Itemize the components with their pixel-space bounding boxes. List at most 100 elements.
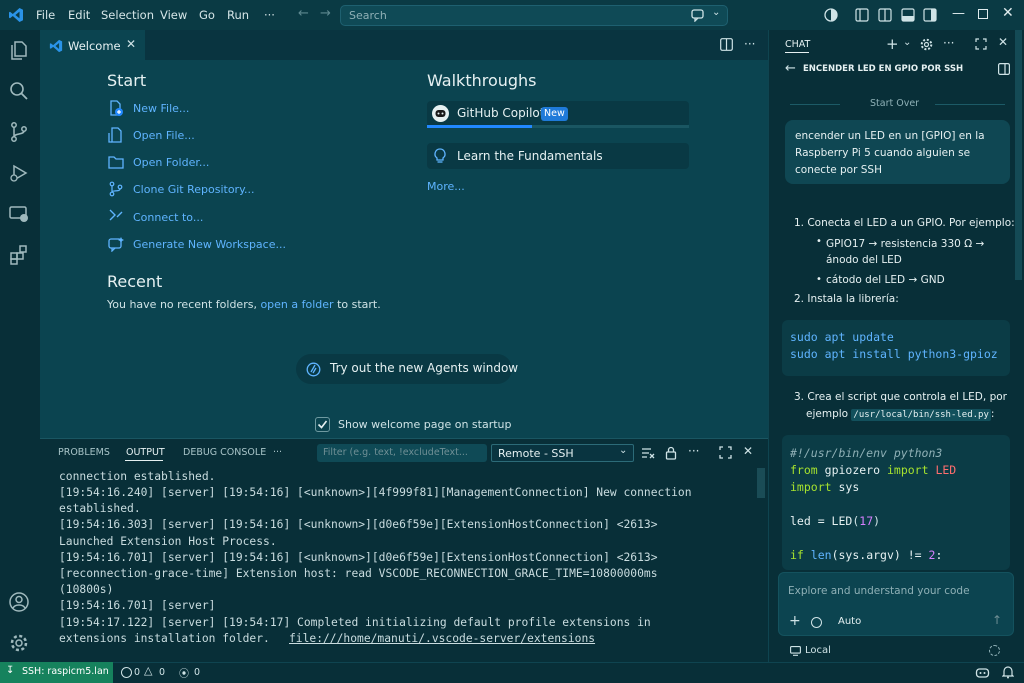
maximize-icon[interactable] bbox=[978, 9, 988, 19]
manage-gear-icon[interactable] bbox=[8, 632, 32, 656]
open-folder-inline-link[interactable]: open a folder bbox=[260, 298, 333, 311]
chevron-down-icon[interactable]: ⌄ bbox=[712, 7, 720, 18]
log-line: (10800s) bbox=[59, 583, 114, 596]
ports-icon[interactable]: ⦿ bbox=[179, 665, 189, 680]
lock-scroll-icon[interactable] bbox=[665, 446, 677, 460]
more-walkthroughs-link[interactable]: More... bbox=[427, 180, 465, 193]
copilot-status-icon[interactable] bbox=[975, 665, 990, 679]
panel-scrollbar[interactable] bbox=[757, 468, 765, 498]
copilot-chat-icon[interactable] bbox=[691, 9, 705, 22]
chat-settings-gear-icon[interactable] bbox=[920, 38, 933, 51]
new-chat-icon[interactable]: + bbox=[886, 35, 899, 53]
error-icon[interactable] bbox=[121, 667, 132, 678]
panel-more-actions-icon[interactable]: ··· bbox=[688, 444, 699, 458]
walkthrough-label: GitHub Copilot bbox=[457, 106, 545, 120]
close-tab-icon[interactable]: ✕ bbox=[126, 37, 136, 51]
warning-icon[interactable]: △ bbox=[144, 664, 152, 677]
chat-more-icon[interactable]: ··· bbox=[943, 36, 954, 50]
log-line: connection established. bbox=[59, 470, 216, 483]
tab-welcome[interactable]: Welcome ✕ bbox=[40, 30, 145, 60]
walkthrough-github-copilot[interactable]: GitHub Copilot New bbox=[427, 101, 689, 128]
show-welcome-checkbox[interactable] bbox=[315, 417, 330, 432]
close-panel-icon[interactable]: ✕ bbox=[743, 444, 753, 458]
title-bar: File Edit Selection View Go Run ··· ← → … bbox=[0, 0, 1024, 30]
split-editor-icon[interactable] bbox=[720, 38, 733, 51]
ports-count[interactable]: 0 bbox=[194, 667, 200, 678]
maximize-panel-icon[interactable] bbox=[719, 446, 732, 459]
clear-output-icon[interactable] bbox=[641, 446, 655, 460]
maximize-chat-icon[interactable] bbox=[975, 38, 987, 50]
extensions-icon[interactable] bbox=[8, 244, 32, 268]
menu-edit[interactable]: Edit bbox=[68, 8, 90, 22]
run-debug-icon[interactable] bbox=[8, 162, 32, 186]
chat-input-box[interactable]: Explore and understand your code + Auto … bbox=[778, 572, 1014, 636]
tab-debug-console[interactable]: DEBUG CONSOLE bbox=[183, 447, 266, 458]
more-actions-icon[interactable]: ··· bbox=[744, 37, 755, 51]
toggle-panel-icon[interactable] bbox=[901, 8, 915, 22]
explorer-icon[interactable] bbox=[8, 39, 32, 63]
menu-more[interactable]: ··· bbox=[264, 8, 275, 22]
forward-arrow-icon[interactable]: → bbox=[320, 6, 331, 21]
extensions-folder-link[interactable]: file:///home/manuti/.vscode-server/exten… bbox=[289, 632, 595, 645]
chat-sessions-sidebar-icon[interactable] bbox=[998, 63, 1010, 75]
source-control-icon[interactable] bbox=[8, 121, 32, 145]
menu-run[interactable]: Run bbox=[227, 8, 249, 22]
notifications-bell-icon[interactable] bbox=[1002, 665, 1014, 679]
remote-explorer-icon[interactable] bbox=[8, 203, 32, 227]
agents-window-button[interactable]: Try out the new Agents window bbox=[296, 354, 518, 384]
log-line: [19:54:16.701] [server] [19:54:16] [<unk… bbox=[59, 551, 658, 564]
new-file-link[interactable]: New File... bbox=[133, 102, 189, 115]
start-over-label[interactable]: Start Over bbox=[870, 98, 919, 109]
code-block-install[interactable]: sudo apt update sudo apt install python3… bbox=[782, 320, 1010, 376]
code-line: sudo apt update bbox=[790, 330, 894, 344]
search-icon[interactable] bbox=[8, 80, 32, 104]
add-context-icon[interactable]: + bbox=[789, 613, 801, 629]
minimize-icon[interactable]: — bbox=[952, 6, 965, 21]
output-filter-input[interactable]: Filter (e.g. text, !excludeText... bbox=[317, 444, 487, 462]
toggle-secondary-sidebar-icon[interactable] bbox=[923, 8, 937, 22]
model-picker[interactable]: Auto bbox=[838, 616, 861, 627]
menu-go[interactable]: Go bbox=[199, 8, 215, 22]
agents-button-label: Try out the new Agents window bbox=[330, 361, 519, 375]
search-input[interactable]: Search ⌄ bbox=[340, 5, 728, 26]
editor-tab-strip bbox=[40, 30, 768, 60]
warning-count[interactable]: 0 bbox=[159, 667, 165, 678]
location-picker[interactable]: Local bbox=[805, 645, 831, 656]
remote-indicator[interactable]: ↧ SSH: raspicm5.lan bbox=[0, 662, 113, 683]
chat-scrollbar[interactable] bbox=[1015, 30, 1022, 280]
menu-selection[interactable]: Selection bbox=[101, 8, 154, 22]
close-window-icon[interactable]: ✕ bbox=[1002, 5, 1014, 21]
close-chat-icon[interactable]: ✕ bbox=[998, 35, 1008, 49]
connect-to-link[interactable]: Connect to... bbox=[133, 211, 203, 224]
log-line: [19:54:16.701] [server] bbox=[59, 599, 216, 612]
panel-more-tabs[interactable]: ··· bbox=[273, 447, 282, 458]
account-icon[interactable] bbox=[8, 591, 32, 615]
chat-header-underline bbox=[785, 52, 809, 53]
error-count[interactable]: 0 bbox=[134, 667, 140, 678]
tab-output[interactable]: OUTPUT bbox=[126, 447, 165, 458]
agent-mode-icon[interactable] bbox=[811, 617, 822, 628]
clone-git-link[interactable]: Clone Git Repository... bbox=[133, 183, 255, 196]
session-status-icon bbox=[989, 645, 1000, 656]
start-heading: Start bbox=[107, 71, 147, 90]
open-file-link[interactable]: Open File... bbox=[133, 129, 195, 142]
toggle-primary-sidebar-icon[interactable] bbox=[855, 8, 869, 22]
user-message-bubble: encender un LED en un [GPIO] en la Raspb… bbox=[785, 120, 1010, 184]
response-step-3-cont: ejemplo /usr/local/bin/ssh-led.py: bbox=[806, 408, 995, 421]
open-folder-link[interactable]: Open Folder... bbox=[133, 156, 209, 169]
chevron-down-icon[interactable]: ⌄ bbox=[903, 37, 911, 48]
tab-problems[interactable]: PROBLEMS bbox=[58, 447, 110, 458]
back-arrow-icon[interactable]: ← bbox=[785, 61, 796, 76]
walkthrough-fundamentals[interactable]: Learn the Fundamentals bbox=[427, 143, 689, 169]
back-arrow-icon[interactable]: ← bbox=[298, 6, 309, 21]
menu-view[interactable]: View bbox=[160, 8, 187, 22]
customize-layout-icon[interactable] bbox=[878, 8, 892, 22]
generate-workspace-link[interactable]: Generate New Workspace... bbox=[133, 238, 286, 251]
generate-workspace-icon bbox=[108, 236, 124, 252]
code-block-script[interactable]: #!/usr/bin/env python3 from gpiozero imp… bbox=[782, 435, 1010, 570]
send-arrow-icon[interactable]: ↑ bbox=[992, 613, 1002, 627]
log-line: [reconnection-grace-time] Extension host… bbox=[59, 567, 658, 580]
output-channel-select[interactable]: Remote - SSH ⌄ bbox=[491, 444, 634, 462]
menu-file[interactable]: File bbox=[36, 8, 55, 22]
accounts-sync-icon[interactable] bbox=[824, 8, 838, 22]
